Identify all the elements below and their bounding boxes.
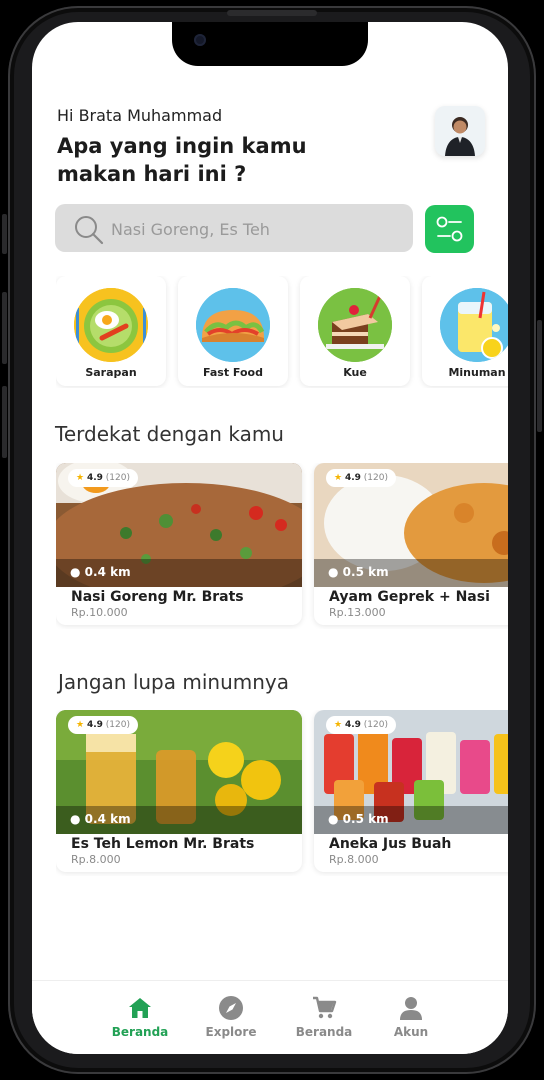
nav-item-explore[interactable]: Explore — [191, 995, 271, 1039]
food-card[interactable]: ★ 4.9 (120) ● 0.5 km Ayam Geprek + Nasi … — [314, 463, 508, 625]
rating-count: (120) — [363, 720, 388, 730]
star-icon: ★ — [76, 720, 85, 730]
star-icon: ★ — [334, 720, 343, 730]
distance-label: ● 0.4 km — [70, 812, 131, 826]
rating-value: 4.9 — [86, 720, 103, 730]
page-title: Apa yang ingin kamu makan hari ini ? — [57, 134, 307, 186]
camera-icon — [194, 34, 206, 46]
search-input[interactable] — [109, 214, 403, 244]
distance-label: ● 0.5 km — [328, 565, 389, 579]
avatar[interactable] — [435, 106, 485, 156]
star-icon: ★ — [76, 473, 85, 483]
compass-icon — [219, 996, 243, 1020]
rating-count: (120) — [363, 473, 388, 483]
food-price: Rp.13.000 — [329, 606, 386, 619]
category-label: Kue — [343, 366, 367, 379]
drink-name: Es Teh Lemon Mr. Brats — [71, 836, 255, 852]
rating-count: (120) — [105, 473, 130, 483]
phone-volume-up — [2, 292, 7, 364]
rating-value: 4.9 — [344, 473, 361, 483]
food-name: Nasi Goreng Mr. Brats — [71, 589, 244, 605]
distance-label: ● 0.5 km — [328, 812, 389, 826]
home-icon — [129, 998, 151, 1018]
cake-icon — [318, 288, 392, 362]
search-bar[interactable] — [55, 204, 413, 252]
location-pin-icon: ● — [328, 812, 339, 826]
category-sarapan[interactable]: Sarapan — [56, 276, 166, 386]
location-pin-icon: ● — [70, 812, 81, 826]
nav-item-cart[interactable]: Beranda — [284, 995, 364, 1039]
drink-price: Rp.8.000 — [329, 853, 379, 866]
category-label: Fast Food — [203, 366, 263, 379]
rating-value: 4.9 — [344, 720, 361, 730]
taco-icon — [196, 288, 270, 362]
drink-icon — [440, 288, 508, 362]
drink-name: Aneka Jus Buah — [329, 836, 452, 852]
category-minuman[interactable]: Minuman — [422, 276, 508, 386]
cart-icon — [313, 996, 337, 1019]
food-price: Rp.10.000 — [71, 606, 128, 619]
category-list: Sarapan Fast Food Kue Minuman — [56, 276, 508, 388]
bottom-navigation: Beranda Explore Beranda Akun — [32, 980, 508, 1054]
greeting-text: Hi Brata Muhammad — [57, 106, 223, 125]
phone-side-button — [2, 214, 7, 254]
star-icon: ★ — [334, 473, 343, 483]
breakfast-plate-icon — [74, 288, 148, 362]
location-pin-icon: ● — [328, 565, 339, 579]
filter-icon — [436, 216, 463, 242]
rating-badge: ★ 4.9 (120) — [326, 469, 396, 487]
distance-label: ● 0.4 km — [70, 565, 131, 579]
food-name: Ayam Geprek + Nasi — [329, 589, 490, 605]
drink-card[interactable]: ★ 4.9 (120) ● 0.4 km Es Teh Lemon Mr. Br… — [56, 710, 302, 872]
rating-badge: ★ 4.9 (120) — [68, 469, 138, 487]
nav-label: Explore — [205, 1025, 257, 1039]
nav-label: Beranda — [295, 1025, 353, 1039]
drink-card[interactable]: ★ 4.9 (120) ● 0.5 km Aneka Jus Buah Rp.8… — [314, 710, 508, 872]
location-pin-icon: ● — [70, 565, 81, 579]
category-kue[interactable]: Kue — [300, 276, 410, 386]
nav-label: Akun — [393, 1025, 429, 1039]
distance-value: 0.4 km — [84, 812, 131, 826]
phone-power-button — [537, 320, 542, 432]
rating-count: (120) — [105, 720, 130, 730]
distance-value: 0.5 km — [342, 812, 389, 826]
rating-badge: ★ 4.9 (120) — [326, 716, 396, 734]
nav-label: Beranda — [111, 1025, 169, 1039]
drink-price: Rp.8.000 — [71, 853, 121, 866]
search-icon — [75, 216, 104, 245]
rating-value: 4.9 — [86, 473, 103, 483]
section-title-nearby: Terdekat dengan kamu — [55, 422, 284, 446]
avatar-photo — [435, 106, 485, 156]
app-screen: Hi Brata Muhammad Apa yang ingin kamu ma… — [32, 22, 508, 1054]
category-label: Minuman — [448, 366, 506, 379]
category-label: Sarapan — [85, 366, 137, 379]
user-icon — [400, 997, 422, 1020]
drinks-list: ★ 4.9 (120) ● 0.4 km Es Teh Lemon Mr. Br… — [56, 710, 508, 876]
nearby-list: ★ 4.9 (120) ● 0.4 km Nasi Goreng Mr. Bra… — [56, 463, 508, 629]
distance-value: 0.5 km — [342, 565, 389, 579]
filter-button[interactable] — [425, 205, 474, 253]
nav-item-account[interactable]: Akun — [371, 995, 451, 1039]
phone-volume-down — [2, 386, 7, 458]
food-card[interactable]: ★ 4.9 (120) ● 0.4 km Nasi Goreng Mr. Bra… — [56, 463, 302, 625]
notch — [172, 22, 368, 66]
category-fast-food[interactable]: Fast Food — [178, 276, 288, 386]
distance-value: 0.4 km — [84, 565, 131, 579]
section-title-drinks: Jangan lupa minumnya — [58, 670, 289, 694]
rating-badge: ★ 4.9 (120) — [68, 716, 138, 734]
phone-speaker — [227, 10, 317, 16]
nav-item-home[interactable]: Beranda — [100, 995, 180, 1039]
